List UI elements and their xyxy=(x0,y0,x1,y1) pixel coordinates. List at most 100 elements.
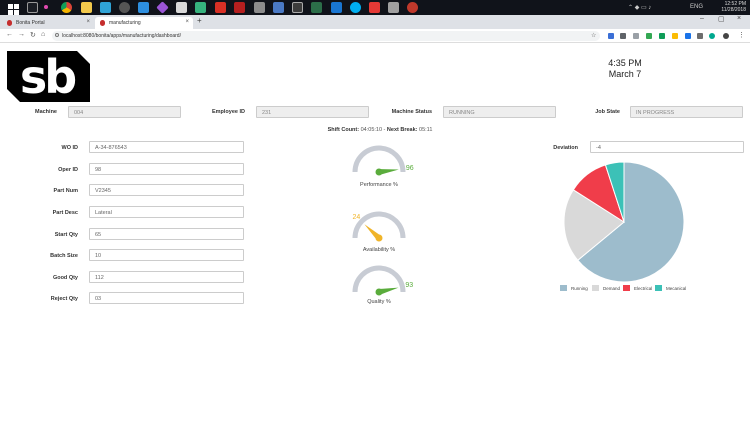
gauge-needle xyxy=(378,287,399,295)
extension-icon[interactable] xyxy=(697,33,703,39)
site-info-icon[interactable] xyxy=(55,33,59,37)
app-icon-green[interactable] xyxy=(195,2,206,13)
extension-icon[interactable] xyxy=(646,33,652,39)
employee-id-field[interactable]: 231 xyxy=(256,106,369,118)
reject-qty-field[interactable]: 03 xyxy=(89,292,244,304)
extension-icon[interactable] xyxy=(608,33,614,39)
oper-id-field[interactable]: 98 xyxy=(89,163,244,175)
legend-label: Demand xyxy=(603,286,621,291)
job-state-field[interactable]: IN PROGRESS xyxy=(630,106,743,118)
bookmark-star-icon[interactable]: ☆ xyxy=(591,32,596,39)
taskview-icon[interactable] xyxy=(27,2,38,13)
job-state-label: Job State xyxy=(595,109,620,115)
tab-label: Bonita Portal xyxy=(16,20,45,26)
extension-icon[interactable] xyxy=(633,33,639,39)
new-tab-icon[interactable]: + xyxy=(197,16,202,25)
performance-label: Performance % xyxy=(360,182,398,188)
extension-icon[interactable] xyxy=(709,33,715,39)
address-bar[interactable]: localhost:8080/bonita/apps/manufacturing… xyxy=(52,31,600,41)
browser-tabstrip: Bonita Portal × manufacturing × + – ▢ × xyxy=(0,15,750,29)
back-icon[interactable]: ← xyxy=(6,31,13,38)
good-qty-label: Good Qty xyxy=(52,275,78,281)
window-close-icon[interactable]: × xyxy=(737,15,741,22)
close-icon[interactable]: × xyxy=(86,19,90,25)
sb-logo: sb xyxy=(7,50,90,104)
app-icon-red[interactable] xyxy=(369,2,380,13)
menu-icon[interactable]: ⋮ xyxy=(738,31,745,39)
next-break-value: 05:11 xyxy=(419,127,433,133)
gauge-hub xyxy=(375,288,383,296)
file-explorer-icon[interactable] xyxy=(81,2,92,13)
shift-count-value: 04:05:10 xyxy=(360,127,383,133)
reload-icon[interactable]: ↻ xyxy=(30,31,36,39)
tab-bonita-portal[interactable]: Bonita Portal × xyxy=(2,17,94,29)
taskbar-date: 11/28/2018 xyxy=(721,7,746,13)
quality-label: Quality % xyxy=(367,299,391,305)
tray-icons: ⌃ ◆ ▭ ♪ xyxy=(628,5,652,11)
gauge-needle xyxy=(364,224,382,241)
app-icon-dark2[interactable] xyxy=(311,2,322,13)
pdf-icon[interactable] xyxy=(215,2,226,13)
wo-id-label: WO ID xyxy=(61,145,79,151)
profile-icon[interactable] xyxy=(723,33,729,39)
close-icon[interactable]: × xyxy=(185,19,189,25)
deviation-field[interactable]: -4 xyxy=(590,141,744,153)
wo-id-field[interactable]: A-34-876543 xyxy=(89,141,244,153)
extension-icon[interactable] xyxy=(672,33,678,39)
home-icon[interactable]: ⌂ xyxy=(41,31,45,38)
minimize-icon[interactable]: – xyxy=(700,15,704,22)
legend-label: Mecanical xyxy=(666,286,687,291)
forward-icon[interactable]: → xyxy=(18,31,25,38)
windows-taskbar: ⌃ ◆ ▭ ♪ ENG 12:52 PM 11/28/2018 xyxy=(0,0,750,15)
extension-icon[interactable] xyxy=(685,33,691,39)
shift-count-label: Shift Count: xyxy=(327,127,360,133)
app-icon-diamond[interactable] xyxy=(156,1,169,14)
machine-status-field[interactable]: RUNNING xyxy=(443,106,556,118)
photoshop-icon[interactable] xyxy=(100,2,111,13)
machine-field[interactable]: 004 xyxy=(68,106,181,118)
bonita-icon[interactable] xyxy=(407,2,418,13)
part-num-field[interactable]: V2345 xyxy=(89,184,244,196)
part-desc-label: Part Desc xyxy=(52,210,78,216)
legend-item-running[interactable]: Running xyxy=(560,285,588,291)
legend-label: Electrical xyxy=(634,286,653,291)
extension-icon[interactable] xyxy=(620,33,626,39)
maximize-icon[interactable]: ▢ xyxy=(718,15,725,23)
gauge-value: 96 xyxy=(406,165,414,172)
app-icon-monitor[interactable] xyxy=(273,2,284,13)
batch-size-field[interactable]: 10 xyxy=(89,249,244,261)
machine-status-label: Machine Status xyxy=(391,109,432,115)
good-qty-field[interactable]: 112 xyxy=(89,271,244,283)
tab-manufacturing[interactable]: manufacturing × xyxy=(95,17,193,29)
legend-item-demand[interactable]: Demand xyxy=(592,285,621,291)
part-desc-field[interactable]: Lateral xyxy=(89,206,244,218)
windows-start-icon[interactable] xyxy=(8,2,19,15)
pie-slice-electrical xyxy=(572,164,625,224)
chrome-icon[interactable] xyxy=(61,2,72,13)
app-icon-cube[interactable] xyxy=(388,2,399,13)
bonita-favicon xyxy=(7,20,12,26)
bonita-favicon xyxy=(100,20,105,26)
app-icon-dot[interactable] xyxy=(44,5,48,9)
skype-icon[interactable] xyxy=(350,2,361,13)
taskbar-clock[interactable]: 12:52 PM 11/28/2018 xyxy=(721,1,746,13)
ui-app-icon[interactable] xyxy=(331,2,342,13)
employee-id-label: Employee ID xyxy=(211,109,245,115)
legend-item-electrical[interactable]: Electrical xyxy=(623,285,653,291)
url-text: localhost:8080/bonita/apps/manufacturing… xyxy=(62,33,181,39)
terminal-icon[interactable] xyxy=(292,2,303,13)
pie-slice-mecanical xyxy=(604,161,625,223)
legend-item-mecanical[interactable]: Mecanical xyxy=(655,285,687,291)
acrobat-icon[interactable] xyxy=(234,2,245,13)
deviation-label: Deviation xyxy=(553,145,578,151)
start-qty-field[interactable]: 65 xyxy=(89,228,244,240)
language-indicator[interactable]: ENG xyxy=(690,4,703,10)
app-icon-blue[interactable] xyxy=(138,2,149,13)
extension-icon[interactable] xyxy=(659,33,665,39)
gauge-track xyxy=(352,211,406,239)
app-icon-window[interactable] xyxy=(176,2,187,13)
app-icon-dark[interactable] xyxy=(119,2,130,13)
gauge-value: 24 xyxy=(353,214,361,221)
gauge-value: 93 xyxy=(405,282,413,289)
app-icon-grey[interactable] xyxy=(254,2,265,13)
